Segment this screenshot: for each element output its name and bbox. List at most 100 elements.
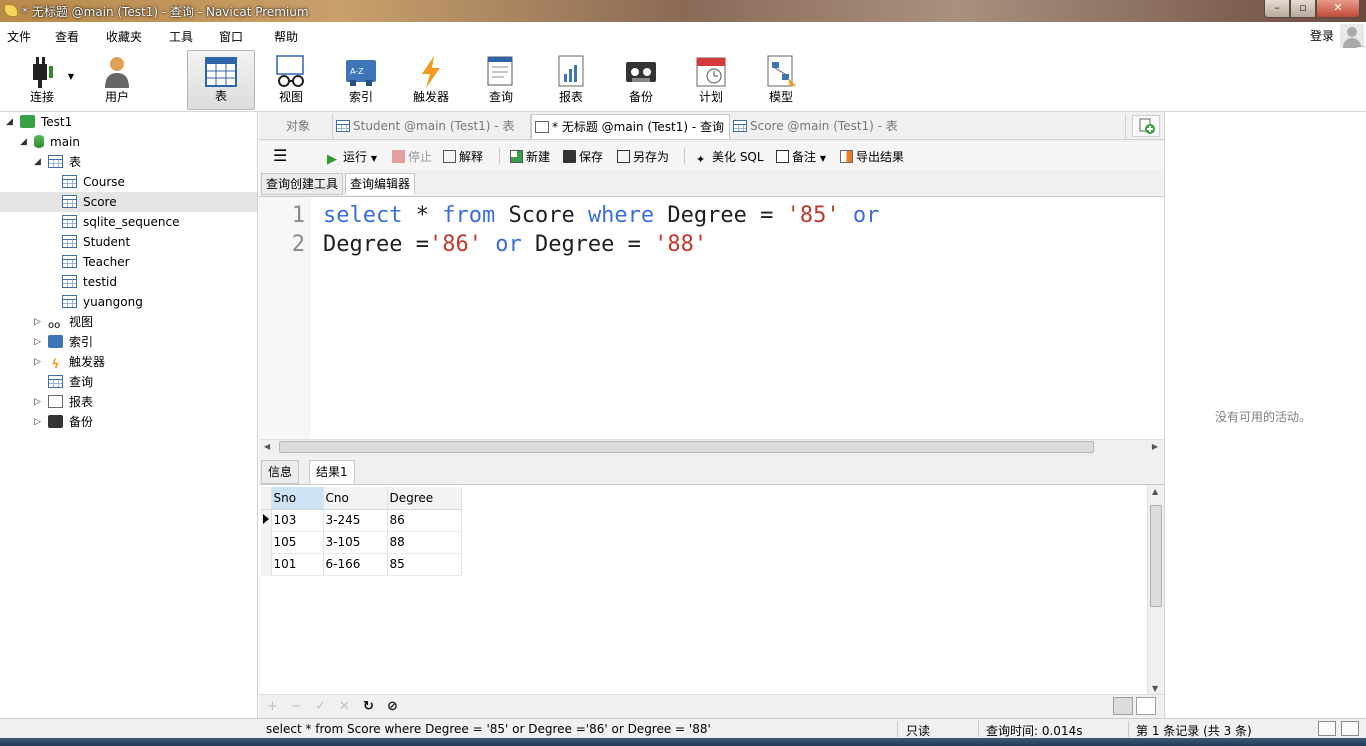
stop-button[interactable]: 停止 xyxy=(392,148,432,165)
close-button[interactable]: ✕ xyxy=(1316,0,1360,18)
code-line-2[interactable]: Degree ='86' or Degree = '88' xyxy=(323,232,707,257)
column-header[interactable]: Sno xyxy=(271,487,324,510)
table-cell[interactable]: 88 xyxy=(387,531,462,554)
tab-query-builder[interactable]: 查询创建工具 xyxy=(261,173,344,195)
tree-reports-group[interactable]: ▷ 报表 xyxy=(34,392,93,412)
table-cell[interactable]: 105 xyxy=(271,531,324,554)
table-cell[interactable]: 3-105 xyxy=(323,531,388,554)
tree-connection-test1[interactable]: ◢ Test1 xyxy=(6,112,72,132)
tree-table-item[interactable]: Course xyxy=(62,172,125,192)
layout-toggle-button[interactable] xyxy=(1318,721,1336,736)
backup-button[interactable]: 备份 xyxy=(607,50,675,110)
tree-table-item[interactable]: testid xyxy=(62,272,117,292)
tab-student-table[interactable]: Student @main (Test1) - 表 xyxy=(333,114,531,139)
connect-dropdown-icon[interactable]: ▼ xyxy=(68,72,74,81)
user-avatar-icon[interactable] xyxy=(1340,24,1364,48)
table-row[interactable]: 105 3-105 88 xyxy=(261,531,462,554)
beautify-sql-button[interactable]: ✦ 美化 SQL xyxy=(696,148,764,166)
sql-editor[interactable]: 1 2 select * from Score where Degree = '… xyxy=(259,196,1164,440)
expand-icon[interactable]: ▷ xyxy=(34,332,41,352)
grid-view-button[interactable] xyxy=(1113,697,1133,715)
tree-table-item[interactable]: Student xyxy=(62,232,130,252)
column-header[interactable]: Degree xyxy=(387,487,462,510)
comment-button[interactable]: 备注 ▼ xyxy=(776,148,826,165)
discard-changes-icon[interactable]: ✕ xyxy=(339,699,350,714)
add-record-icon[interactable]: + xyxy=(267,699,278,714)
tree-table-item[interactable]: sqlite_sequence xyxy=(62,212,179,232)
expand-icon[interactable]: ▷ xyxy=(34,392,41,412)
menu-file[interactable]: 文件 xyxy=(7,28,31,45)
scroll-down-icon[interactable]: ▼ xyxy=(1152,684,1158,693)
scroll-right-icon[interactable]: ▶ xyxy=(1152,440,1158,454)
tab-info[interactable]: 信息 xyxy=(261,460,300,484)
stop-refresh-icon[interactable]: ⊘ xyxy=(387,699,398,714)
collapse-icon[interactable]: ◢ xyxy=(34,152,41,172)
index-button[interactable]: A-Z 索引 xyxy=(327,50,395,110)
scrollbar-thumb[interactable] xyxy=(1150,505,1162,607)
tab-untitled-query[interactable]: * 无标题 @main (Test1) - 查询 xyxy=(531,114,730,139)
scroll-left-icon[interactable]: ◀ xyxy=(264,440,270,454)
code-line-1[interactable]: select * from Score where Degree = '85' … xyxy=(323,203,879,228)
form-view-button[interactable] xyxy=(1136,697,1156,715)
tree-queries-group[interactable]: 查询 xyxy=(48,372,93,392)
view-button[interactable]: 视图 xyxy=(257,50,325,110)
tree-views-group[interactable]: ▷ oo 视图 xyxy=(34,312,93,332)
expand-icon[interactable]: ▷ xyxy=(34,312,41,332)
refresh-icon[interactable]: ↻ xyxy=(363,699,374,714)
new-query-button[interactable]: 新建 xyxy=(510,148,550,165)
save-as-button[interactable]: 另存为 xyxy=(617,148,669,165)
tree-triggers-group[interactable]: ▷ ϟ 触发器 xyxy=(34,352,105,372)
menu-favorites[interactable]: 收藏夹 xyxy=(106,28,142,45)
comment-dropdown-icon[interactable]: ▼ xyxy=(820,154,826,163)
table-cell[interactable]: 3-245 xyxy=(323,509,388,532)
apply-changes-icon[interactable]: ✓ xyxy=(315,699,326,714)
new-tab-button[interactable] xyxy=(1132,115,1160,137)
expand-icon[interactable]: ▷ xyxy=(34,412,41,432)
tab-score-table[interactable]: Score @main (Test1) - 表 xyxy=(730,114,1126,139)
model-button[interactable]: 模型 xyxy=(747,50,815,110)
tree-table-item[interactable]: Score xyxy=(62,192,117,212)
connect-button[interactable]: 连接 ▼ xyxy=(8,50,76,110)
delete-record-icon[interactable]: − xyxy=(291,699,302,714)
table-cell[interactable]: 6-166 xyxy=(323,553,388,576)
menu-help[interactable]: 帮助 xyxy=(274,28,298,45)
result-vertical-scrollbar[interactable]: ▲ ▼ xyxy=(1147,485,1164,695)
collapse-icon[interactable]: ◢ xyxy=(6,112,13,132)
query-button[interactable]: 查询 xyxy=(467,50,535,110)
export-result-button[interactable]: 导出结果 xyxy=(840,148,904,165)
scrollbar-thumb[interactable] xyxy=(279,441,1094,453)
minimize-button[interactable]: – xyxy=(1264,0,1290,18)
tree-indexes-group[interactable]: ▷ 索引 xyxy=(34,332,93,352)
table-cell[interactable]: 86 xyxy=(387,509,462,532)
run-dropdown-icon[interactable]: ▼ xyxy=(371,154,377,163)
login-link[interactable]: 登录 xyxy=(1310,27,1334,44)
table-row[interactable]: 101 6-166 85 xyxy=(261,553,462,576)
panel-toggle-button[interactable] xyxy=(1341,721,1359,736)
trigger-button[interactable]: 触发器 xyxy=(397,50,465,110)
menu-view[interactable]: 查看 xyxy=(55,28,79,45)
menu-window[interactable]: 窗口 xyxy=(219,28,243,45)
run-button[interactable]: ▶ 运行 ▼ xyxy=(327,148,377,166)
tree-backups-group[interactable]: ▷ 备份 xyxy=(34,412,93,432)
tree-tables-group[interactable]: ◢ 表 xyxy=(34,152,81,172)
maximize-button[interactable]: ▫ xyxy=(1290,0,1316,18)
user-button[interactable]: 用户 xyxy=(83,50,151,110)
table-cell[interactable]: 101 xyxy=(271,553,324,576)
schedule-button[interactable]: 计划 xyxy=(677,50,745,110)
tree-table-item[interactable]: Teacher xyxy=(62,252,130,272)
table-row[interactable]: 103 3-245 86 xyxy=(261,509,462,532)
tab-query-editor[interactable]: 查询编辑器 xyxy=(345,173,416,195)
report-button[interactable]: 报表 xyxy=(537,50,605,110)
tree-database-main[interactable]: ◢ main xyxy=(20,132,80,152)
collapse-icon[interactable]: ◢ xyxy=(20,132,27,152)
tab-result1[interactable]: 结果1 xyxy=(309,460,355,484)
scroll-up-icon[interactable]: ▲ xyxy=(1152,487,1158,496)
tab-objects[interactable]: 对象 xyxy=(261,114,333,139)
tree-table-item[interactable]: yuangong xyxy=(62,292,143,312)
table-button[interactable]: 表 xyxy=(187,50,255,110)
table-cell[interactable]: 103 xyxy=(271,509,324,532)
expand-icon[interactable]: ▷ xyxy=(34,352,41,372)
hamburger-menu-icon[interactable]: ☰ xyxy=(273,146,287,165)
explain-button[interactable]: 解释 xyxy=(443,148,483,165)
editor-horizontal-scrollbar[interactable]: ◀ ▶ xyxy=(259,439,1164,453)
